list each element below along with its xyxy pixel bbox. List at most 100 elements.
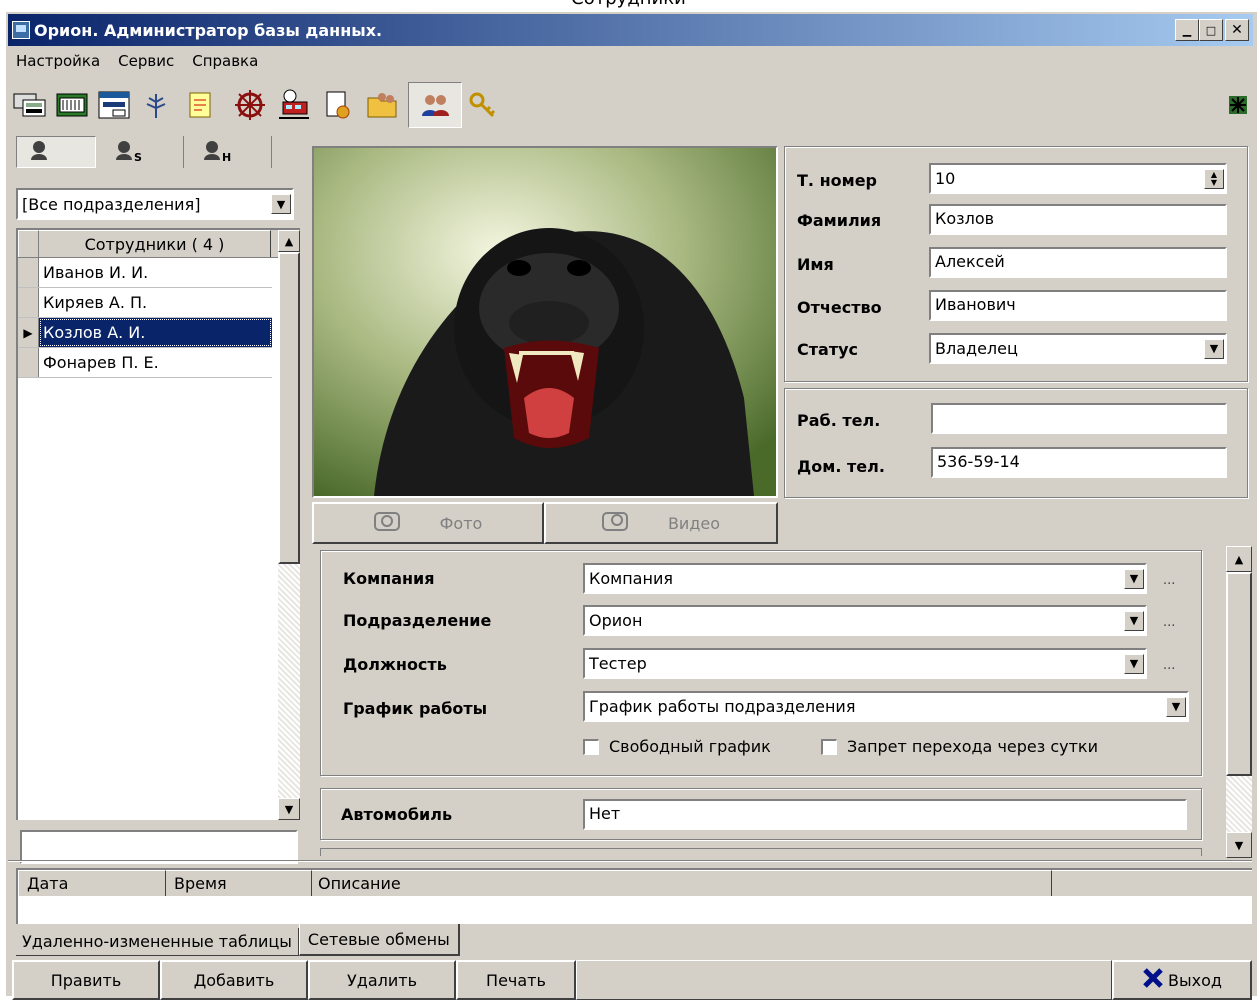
tab-employees[interactable] bbox=[16, 136, 96, 168]
scroll-thumb[interactable] bbox=[278, 252, 300, 564]
name-field[interactable]: Алексей bbox=[929, 247, 1227, 278]
person-icon bbox=[202, 140, 222, 164]
employee-row[interactable]: Фонарев П. Е. bbox=[18, 348, 272, 378]
document-certificate-icon[interactable] bbox=[320, 87, 356, 123]
title-bar: Орион. Администратор базы данных. ▁ □ ✕ bbox=[8, 14, 1253, 46]
position-browse-button[interactable]: ... bbox=[1163, 658, 1175, 673]
checkbox-icon[interactable] bbox=[583, 738, 599, 755]
employees-icon[interactable] bbox=[408, 82, 462, 128]
checkbox-icon[interactable] bbox=[821, 738, 837, 755]
phones-group: Раб. тел. Дом. тел. 536-59-14 bbox=[784, 388, 1248, 498]
camera-icon bbox=[373, 510, 400, 536]
window-title: Орион. Администратор базы данных. bbox=[34, 20, 383, 40]
page-caption: Сотрудники bbox=[0, 0, 1257, 9]
tab-employees-s[interactable]: S bbox=[96, 136, 184, 168]
patronymic-field[interactable]: Иванович bbox=[929, 290, 1227, 321]
work-phone-field[interactable] bbox=[931, 403, 1227, 434]
employee-photo bbox=[312, 146, 778, 498]
video-button[interactable]: Видео bbox=[544, 502, 778, 544]
menu-service[interactable]: Сервис bbox=[118, 52, 174, 70]
division-browse-button[interactable]: ... bbox=[1163, 615, 1175, 630]
maximize-button[interactable]: □ bbox=[1199, 19, 1223, 41]
chevron-down-icon[interactable]: ▼ bbox=[1166, 696, 1186, 717]
menu-bar: Настройка Сервис Справка bbox=[16, 52, 258, 70]
left-panel: S H [Все подразделения] ▼ Сотрудники ( 4… bbox=[14, 132, 304, 864]
menu-settings[interactable]: Настройка bbox=[16, 52, 100, 70]
employee-row[interactable]: Иванов И. И. bbox=[18, 258, 272, 288]
chevron-down-icon[interactable]: ▼ bbox=[271, 194, 291, 214]
hardware-config-icon[interactable] bbox=[12, 87, 48, 123]
row-marker bbox=[18, 288, 39, 317]
antenna-icon[interactable] bbox=[138, 87, 174, 123]
photo-button[interactable]: Фото bbox=[312, 502, 544, 544]
employee-row[interactable]: Киряев А. П. bbox=[18, 288, 272, 318]
tab-network-exchanges[interactable]: Сетевые обмены bbox=[298, 924, 460, 956]
ship-wheel-icon[interactable] bbox=[232, 87, 268, 123]
document-note-icon[interactable] bbox=[182, 87, 218, 123]
company-browse-button[interactable]: ... bbox=[1163, 573, 1175, 588]
scroll-up-button[interactable]: ▲ bbox=[278, 230, 300, 252]
organization-group: Компания Компания ▼ ... Подразделение Ор… bbox=[320, 550, 1202, 776]
division-filter-select[interactable]: [Все подразделения] ▼ bbox=[16, 188, 294, 220]
company-label: Компания bbox=[343, 569, 435, 588]
tab-employees-h[interactable]: H bbox=[184, 136, 272, 168]
scroll-thumb[interactable] bbox=[1226, 572, 1252, 776]
status-select[interactable]: Владелец ▼ bbox=[929, 333, 1227, 364]
company-select[interactable]: Компания ▼ bbox=[583, 563, 1147, 594]
chevron-down-icon[interactable]: ▼ bbox=[1124, 653, 1144, 674]
edit-button[interactable]: Править bbox=[12, 960, 160, 1000]
delete-button[interactable]: Удалить bbox=[308, 960, 456, 1000]
splitter[interactable] bbox=[8, 860, 1252, 862]
employee-row[interactable]: ▶ Козлов А. И. bbox=[18, 318, 272, 348]
scroll-down-button[interactable]: ▼ bbox=[278, 798, 300, 820]
list-scrollbar[interactable]: ▲ ▼ bbox=[278, 230, 300, 820]
employee-mode-tabs: S H bbox=[16, 136, 274, 170]
keys-icon[interactable] bbox=[464, 87, 500, 123]
tab-number-spinner[interactable]: 10 ▲ ▼ bbox=[929, 163, 1227, 194]
log-col-date[interactable]: Дата bbox=[18, 870, 166, 896]
form-scrollbar[interactable]: ▲ ▼ bbox=[1226, 546, 1252, 858]
list-header-title[interactable]: Сотрудники ( 4 ) bbox=[39, 230, 271, 257]
person-icon bbox=[29, 140, 49, 164]
menu-help[interactable]: Справка bbox=[192, 52, 258, 70]
home-phone-field[interactable]: 536-59-14 bbox=[931, 447, 1227, 478]
employee-name: Иванов И. И. bbox=[43, 263, 149, 282]
spinner-arrows-icon[interactable]: ▲ ▼ bbox=[1204, 168, 1224, 189]
scroll-up-button[interactable]: ▲ bbox=[1226, 546, 1252, 572]
chevron-down-icon[interactable]: ▼ bbox=[1124, 568, 1144, 589]
log-col-time[interactable]: Время bbox=[166, 870, 312, 896]
person-group: Т. номер 10 ▲ ▼ Фамилия Козлов Имя Алексе… bbox=[784, 146, 1248, 382]
log-header: Дата Время Описание bbox=[18, 870, 1252, 896]
train-clock-icon[interactable] bbox=[276, 87, 312, 123]
work-phone-label: Раб. тел. bbox=[797, 411, 881, 430]
free-schedule-checkbox[interactable]: Свободный график bbox=[583, 737, 771, 756]
schedule-select[interactable]: График работы подразделения ▼ bbox=[583, 691, 1189, 722]
chimpanzee-photo bbox=[314, 148, 776, 496]
position-select[interactable]: Тестер ▼ bbox=[583, 648, 1147, 679]
video-camera-icon bbox=[601, 510, 628, 536]
employee-name: Киряев А. П. bbox=[43, 293, 148, 312]
scroll-down-button[interactable]: ▼ bbox=[1226, 832, 1252, 858]
minimize-button[interactable]: ▁ bbox=[1175, 19, 1199, 41]
division-select[interactable]: Орион ▼ bbox=[583, 605, 1147, 636]
window-layout-icon[interactable] bbox=[96, 87, 132, 123]
employee-name: Козлов А. И. bbox=[39, 318, 272, 347]
person-icon bbox=[114, 140, 134, 164]
close-button[interactable]: ✕ bbox=[1225, 19, 1249, 41]
add-button[interactable]: Добавить bbox=[160, 960, 308, 1000]
chevron-down-icon[interactable]: ▼ bbox=[1124, 610, 1144, 631]
no-day-cross-checkbox[interactable]: Запрет перехода через сутки bbox=[821, 737, 1098, 756]
patronymic-label: Отчество bbox=[797, 298, 882, 317]
schedule-label: График работы bbox=[343, 699, 488, 718]
log-col-description[interactable]: Описание bbox=[312, 870, 1052, 896]
employee-name: Фонарев П. Е. bbox=[43, 353, 159, 372]
employee-search-input[interactable] bbox=[20, 830, 298, 864]
exit-button[interactable]: Выход bbox=[1112, 960, 1252, 1000]
folder-people-icon[interactable] bbox=[364, 87, 400, 123]
network-device-icon[interactable] bbox=[54, 87, 90, 123]
tab-remote-tables[interactable]: Удаленно-измененные таблицы bbox=[16, 928, 299, 956]
print-button[interactable]: Печать bbox=[456, 960, 576, 1000]
car-field[interactable]: Нет bbox=[583, 799, 1187, 830]
surname-field[interactable]: Козлов bbox=[929, 204, 1227, 235]
chevron-down-icon[interactable]: ▼ bbox=[1204, 338, 1224, 359]
